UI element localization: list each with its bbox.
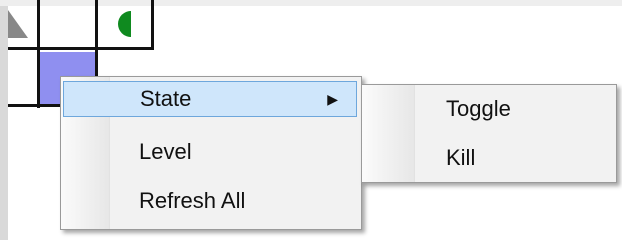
grid-vertical-line [37,0,40,108]
menu-item-toggle[interactable]: Toggle [364,91,612,127]
menu-item-state[interactable]: State ▶ [63,81,357,117]
grid-horizontal-line [8,104,65,107]
menu-item-level[interactable]: Level [63,134,357,170]
gray-triangle-icon [8,10,28,38]
context-menu: State ▶ Level Refresh All [60,76,362,230]
menu-item-label: Refresh All [139,188,246,213]
menu-item-label: State [140,86,192,111]
menu-item-label: Kill [446,145,476,170]
state-submenu: Toggle Kill [361,84,617,183]
chevron-right-icon: ▶ [327,90,338,107]
grid-vertical-line [95,0,98,80]
green-halfcircle-icon [118,11,131,37]
grid-horizontal-line [8,47,154,50]
grid-vertical-line [151,0,154,50]
menu-item-label: Level [139,139,192,164]
menu-item-refresh-all[interactable]: Refresh All [63,183,357,219]
menu-item-label: Toggle [446,96,511,121]
menu-item-kill[interactable]: Kill [364,140,612,176]
